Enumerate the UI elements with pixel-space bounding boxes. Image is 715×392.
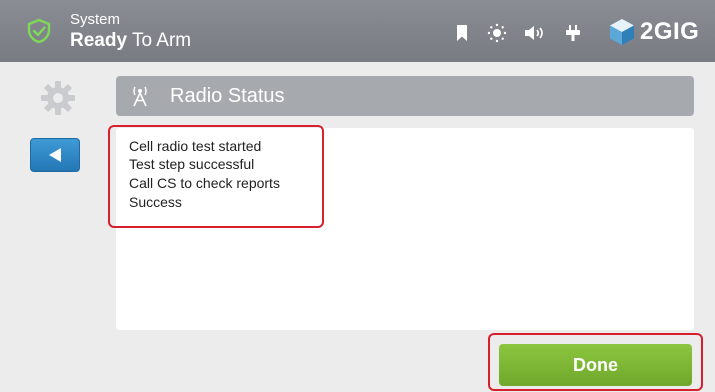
- page-title-bar: Radio Status: [116, 76, 694, 116]
- shield-check-icon: [27, 18, 51, 44]
- radio-tower-icon: [133, 86, 147, 107]
- arm-status-bold: Ready: [70, 30, 128, 51]
- back-arrow-icon: [49, 148, 61, 162]
- system-label: System: [70, 11, 121, 28]
- page-title: Radio Status: [170, 85, 285, 107]
- arm-status: Ready To Arm: [70, 30, 191, 52]
- log-highlight-box: [108, 125, 324, 228]
- back-button[interactable]: [30, 138, 80, 172]
- arm-status-rest: To Arm: [131, 30, 192, 51]
- brightness-icon[interactable]: [487, 23, 507, 43]
- volume-icon[interactable]: [524, 25, 546, 41]
- brand-logo: 2GIG: [608, 17, 699, 47]
- panel-screen: System Ready To Arm 2GIG Radio Status Ce…: [0, 0, 715, 392]
- brand-name: 2GIG: [640, 18, 700, 45]
- done-highlight-box: [488, 333, 703, 391]
- status-bar: System Ready To Arm 2GIG: [0, 0, 715, 62]
- brand-cube-icon: [610, 19, 634, 45]
- power-plug-icon[interactable]: [566, 25, 580, 41]
- bookmark-icon[interactable]: [456, 25, 468, 41]
- gear-icon[interactable]: [40, 80, 76, 116]
